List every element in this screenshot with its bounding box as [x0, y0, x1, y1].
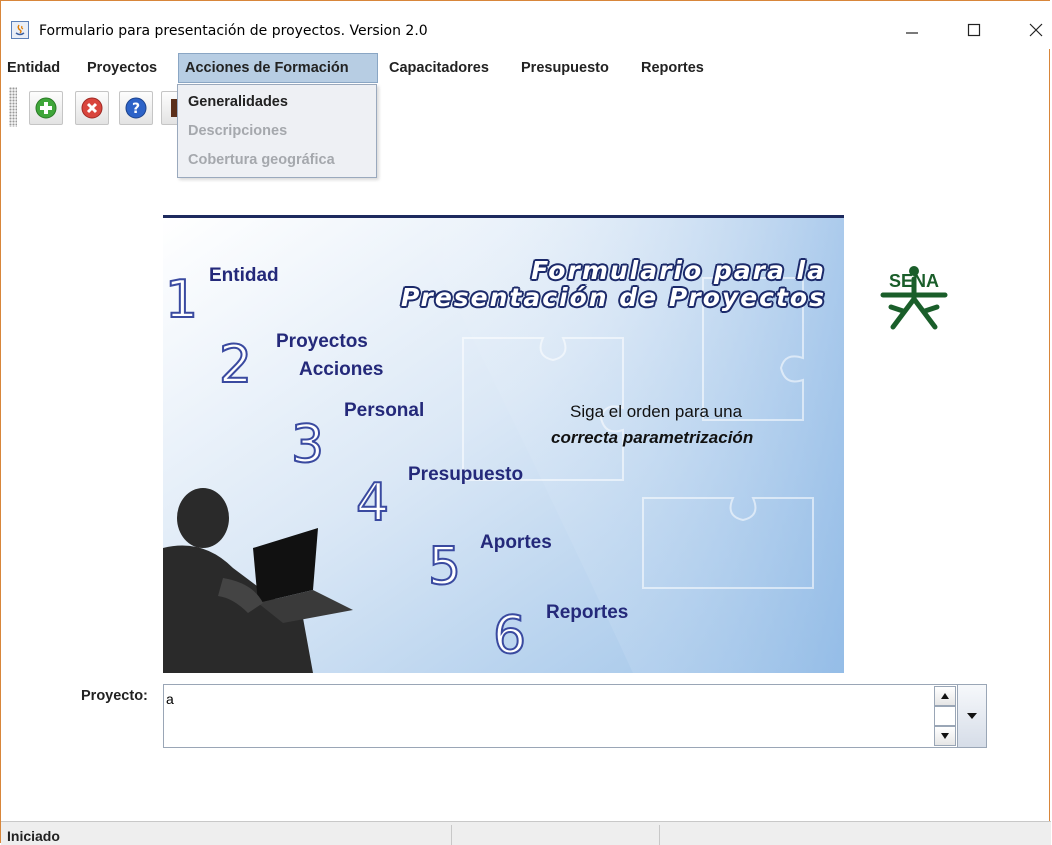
help-icon: ? — [125, 97, 147, 119]
cancel-button[interactable] — [75, 91, 109, 125]
step-3-number: 3 — [290, 415, 325, 475]
menu-item-cobertura-geografica: Cobertura geográfica — [188, 152, 335, 168]
maximize-button[interactable] — [951, 15, 997, 45]
maximize-icon — [967, 23, 981, 37]
step-2-label: Proyectos — [276, 331, 368, 352]
menu-entidad[interactable]: Entidad — [1, 53, 66, 83]
menu-reportes[interactable]: Reportes — [635, 53, 710, 83]
step-1-number: 1 — [164, 270, 199, 330]
project-label: Proyecto: — [81, 688, 148, 704]
banner-title-line2: Presentación de Proyectos — [400, 283, 826, 312]
banner-title-line1: Formulario para la — [531, 256, 826, 285]
step-2-sublabel: Acciones — [299, 359, 384, 380]
step-4-number: 4 — [355, 473, 390, 533]
step-1-label: Entidad — [209, 265, 279, 286]
step-2-number: 2 — [218, 335, 253, 395]
acciones-dropdown-menu: Generalidades Descripciones Cobertura ge… — [177, 84, 377, 178]
add-button[interactable] — [29, 91, 63, 125]
menu-proyectos[interactable]: Proyectos — [81, 53, 163, 83]
step-3-label: Personal — [344, 400, 425, 421]
sena-logo: SENA — [869, 261, 959, 341]
add-icon — [35, 97, 57, 119]
menu-capacitadores[interactable]: Capacitadores — [383, 53, 495, 83]
arrow-down-icon — [941, 733, 949, 739]
step-6-number: 6 — [492, 606, 527, 666]
menu-presupuesto[interactable]: Presupuesto — [515, 53, 615, 83]
menu-item-generalidades[interactable]: Generalidades — [188, 94, 288, 110]
instruction-line2: correcta parametrización — [551, 428, 754, 447]
scroll-track[interactable] — [934, 706, 956, 726]
menu-acciones-de-formacion[interactable]: Acciones de Formación — [178, 53, 378, 83]
status-cell-3 — [659, 825, 1051, 845]
toolbar: ? — [1, 83, 1051, 133]
app-window: Formulario para presentación de proyecto… — [0, 0, 1051, 845]
help-button[interactable]: ? — [119, 91, 153, 125]
chevron-down-icon — [967, 713, 977, 719]
status-cell-2 — [451, 825, 659, 845]
menu-item-descripciones: Descripciones — [188, 123, 288, 139]
toolbar-grip[interactable] — [9, 87, 17, 127]
minimize-icon — [906, 32, 918, 34]
title-bar[interactable]: Formulario para presentación de proyecto… — [1, 1, 1051, 49]
step-5-number: 5 — [427, 537, 462, 597]
menu-bar: Entidad Proyectos Acciones de Formación … — [1, 53, 1051, 83]
status-text: Iniciado — [7, 828, 60, 844]
sena-logo-mark: SENA — [880, 266, 948, 330]
step-6-label: Reportes — [546, 602, 629, 623]
project-dropdown-button[interactable] — [957, 684, 987, 748]
cancel-icon — [81, 97, 103, 119]
step-5-label: Aportes — [480, 532, 552, 553]
svg-text:?: ? — [132, 101, 140, 117]
arrow-up-icon — [941, 693, 949, 699]
scroll-up-button[interactable] — [934, 686, 956, 706]
window-title: Formulario para presentación de proyecto… — [39, 23, 428, 39]
project-value[interactable]: a — [166, 691, 174, 707]
status-bar: Iniciado — [1, 821, 1051, 845]
close-button[interactable] — [1013, 15, 1052, 45]
welcome-banner: Formulario para la Presentación de Proye… — [163, 215, 844, 673]
step-4-label: Presupuesto — [408, 464, 524, 485]
minimize-button[interactable] — [889, 15, 935, 45]
instruction-line1: Siga el orden para una — [570, 402, 743, 421]
java-icon — [11, 21, 29, 39]
close-icon — [1029, 23, 1043, 37]
project-textarea[interactable] — [163, 684, 961, 748]
scroll-down-button[interactable] — [934, 726, 956, 746]
